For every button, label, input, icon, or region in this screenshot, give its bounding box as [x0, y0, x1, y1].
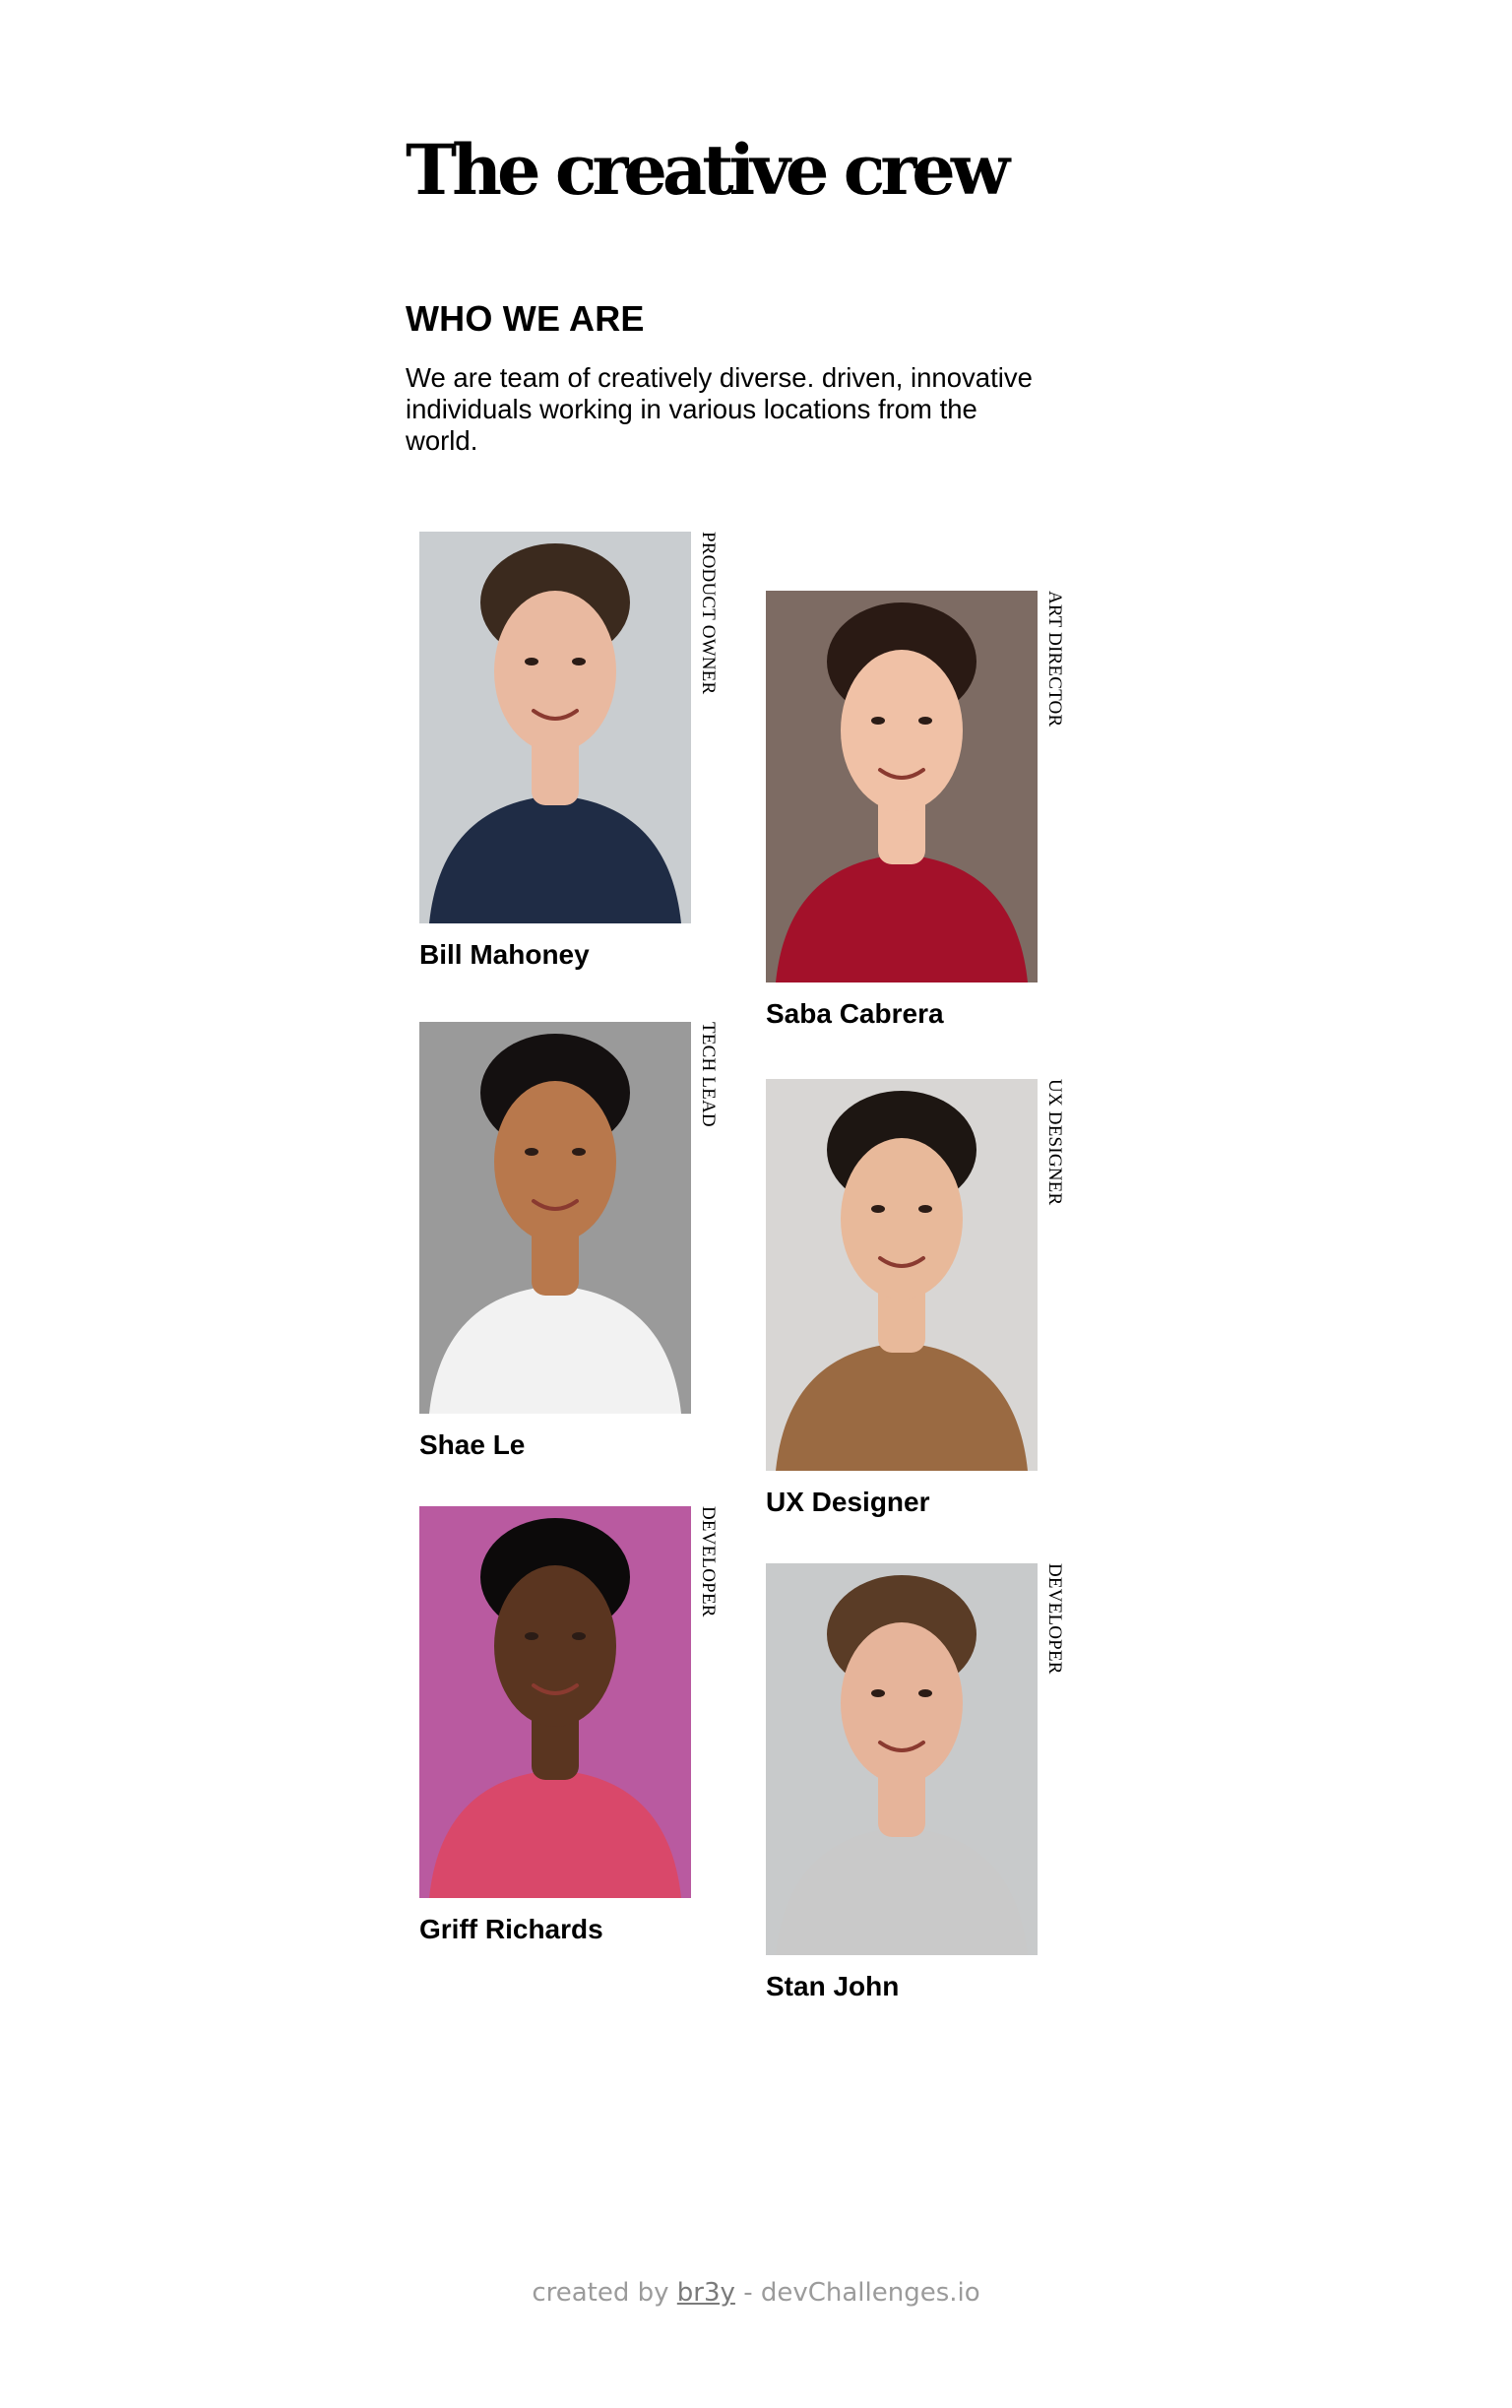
member-photo	[766, 1563, 1038, 1955]
portrait-face	[494, 1565, 616, 1727]
footer-credit: created by br3y - devChallenges.io	[0, 2276, 1512, 2310]
member-photo	[419, 532, 691, 923]
portrait-face	[494, 1081, 616, 1242]
member-photo	[419, 1506, 691, 1898]
portrait-image	[419, 1506, 691, 1898]
portrait-face	[494, 591, 616, 752]
member-name: Saba Cabrera	[766, 998, 944, 1029]
portrait-image	[419, 1022, 691, 1414]
member-role: DEVELOPER	[1044, 1563, 1065, 1675]
intro-text: We are team of creatively diverse. drive…	[406, 362, 1033, 456]
member-name: Griff Richards	[419, 1914, 603, 1944]
portrait-eye	[572, 658, 586, 665]
member-photo	[766, 1079, 1038, 1471]
member-role: UX DESIGNER	[1044, 1079, 1065, 1206]
portrait-eye	[871, 1205, 885, 1213]
portrait-eye	[525, 658, 538, 665]
member-role: DEVELOPER	[698, 1506, 719, 1617]
portrait-eye	[572, 1632, 586, 1640]
member-role: TECH LEAD	[698, 1022, 719, 1127]
portrait-image	[766, 1079, 1038, 1471]
section-heading: WHO WE ARE	[406, 298, 645, 339]
footer-suffix: - devChallenges.io	[743, 2278, 980, 2308]
portrait-eye	[918, 1689, 932, 1697]
member-name: Shae Le	[419, 1429, 526, 1460]
portrait-image	[766, 591, 1038, 982]
page-title: The creative crew	[406, 129, 1010, 211]
footer-prefix: created by	[532, 2278, 669, 2308]
portrait-eye	[871, 1689, 885, 1697]
member-name: Stan John	[766, 1971, 900, 2001]
member-photo	[419, 1022, 691, 1414]
member-role: ART DIRECTOR	[1044, 591, 1065, 728]
member-role: PRODUCT OWNER	[698, 532, 719, 695]
portrait-eye	[871, 717, 885, 725]
portrait-face	[841, 650, 963, 811]
portrait-image	[419, 532, 691, 923]
portrait-eye	[918, 717, 932, 725]
member-name: Bill Mahoney	[419, 939, 590, 970]
portrait-eye	[572, 1148, 586, 1156]
portrait-eye	[918, 1205, 932, 1213]
portrait-face	[841, 1622, 963, 1784]
member-photo	[766, 591, 1038, 982]
portrait-eye	[525, 1632, 538, 1640]
portrait-face	[841, 1138, 963, 1299]
portrait-image	[766, 1563, 1038, 1955]
member-name: UX Designer	[766, 1487, 930, 1517]
portrait-eye	[525, 1148, 538, 1156]
author-link[interactable]: br3y	[677, 2278, 735, 2308]
